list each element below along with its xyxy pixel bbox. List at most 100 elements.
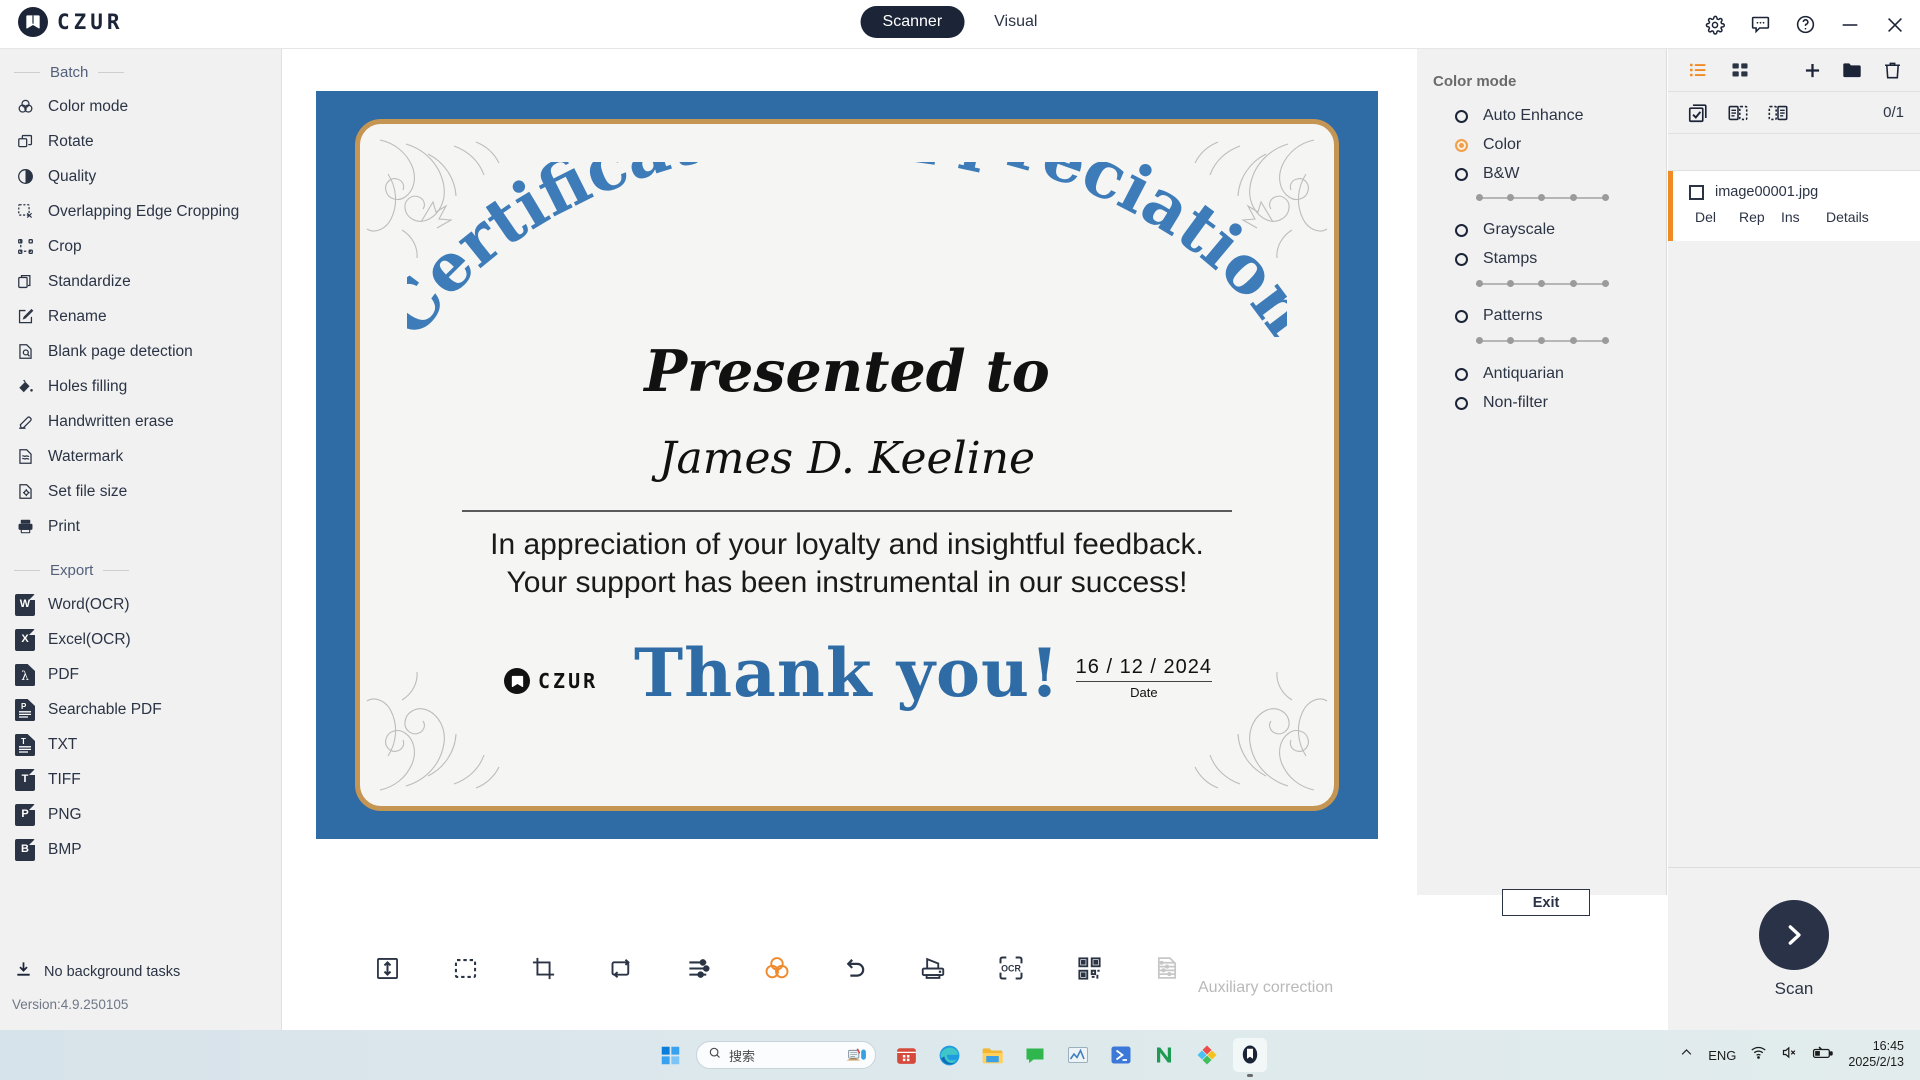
sidebar-item-label: Print xyxy=(48,517,80,535)
sidebar-item-handwritten-erase[interactable]: Handwritten erase xyxy=(0,404,281,439)
czur-icon[interactable] xyxy=(1233,1038,1267,1077)
bw-slider[interactable] xyxy=(1476,192,1609,204)
sidebar-item-rename[interactable]: Rename xyxy=(0,299,281,334)
sidebar-item-word-ocr[interactable]: W Word(OCR) xyxy=(0,587,281,622)
color-mode-option-bw[interactable]: B&W xyxy=(1455,165,1519,183)
divider-line xyxy=(103,569,130,571)
patterns-slider[interactable] xyxy=(1476,335,1609,347)
select-even-icon[interactable] xyxy=(1760,98,1796,128)
file-badge: P xyxy=(21,808,29,820)
sidebar-item-color-mode[interactable]: Color mode xyxy=(0,89,281,124)
tab-scanner[interactable]: Scanner xyxy=(860,6,965,38)
divider-line xyxy=(14,71,40,73)
microsoft-store-icon[interactable] xyxy=(889,1038,923,1072)
minimize-icon[interactable] xyxy=(1839,14,1861,36)
widgets-icon[interactable] xyxy=(844,1045,869,1065)
mute-icon[interactable] xyxy=(1781,1044,1798,1066)
sidebar-item-crop[interactable]: Crop xyxy=(0,229,281,264)
photos-icon[interactable] xyxy=(1190,1038,1224,1072)
select-all-icon[interactable] xyxy=(1680,98,1716,128)
system-tray: ENG 16:45 2025/2/13 xyxy=(1679,1030,1904,1080)
select-odd-icon[interactable] xyxy=(1720,98,1756,128)
adjust-icon[interactable] xyxy=(660,938,738,998)
file-action-rep[interactable]: Rep xyxy=(1739,209,1781,225)
file-action-del[interactable]: Del xyxy=(1695,209,1739,225)
sidebar-item-txt[interactable]: T TXT xyxy=(0,727,281,762)
sidebar-item-set-file-size[interactable]: Set file size xyxy=(0,474,281,509)
color-mode-option-grayscale[interactable]: Grayscale xyxy=(1455,221,1555,239)
clock[interactable]: 16:45 2025/2/13 xyxy=(1848,1039,1904,1070)
sidebar-item-label: PDF xyxy=(48,665,79,683)
excel-file-icon: X xyxy=(14,628,36,651)
sidebar-item-quality[interactable]: Quality xyxy=(0,159,281,194)
chevron-up-icon[interactable] xyxy=(1679,1045,1694,1065)
color-mode-option-non-filter[interactable]: Non-filter xyxy=(1455,394,1548,412)
sidebar-item-holes-filling[interactable]: Holes filling xyxy=(0,369,281,404)
sidebar-item-rotate[interactable]: Rotate xyxy=(0,124,281,159)
file-checkbox[interactable] xyxy=(1689,184,1704,200)
list-item[interactable]: image00001.jpg Del Rep Ins Details xyxy=(1668,171,1920,241)
battery-icon[interactable] xyxy=(1812,1045,1834,1066)
color-mode-icon[interactable] xyxy=(738,938,816,998)
sidebar-item-png[interactable]: P PNG xyxy=(0,797,281,832)
list-view-icon[interactable] xyxy=(1680,55,1716,85)
sidebar-item-print[interactable]: Print xyxy=(0,509,281,544)
sidebar-item-pdf[interactable]: λ PDF xyxy=(0,657,281,692)
feedback-icon[interactable] xyxy=(1749,14,1771,36)
certificate-preview[interactable]: Certificate of Appreciation Presented to… xyxy=(316,91,1378,839)
color-mode-option-stamps[interactable]: Stamps xyxy=(1455,250,1537,268)
ocr-icon[interactable]: OCR xyxy=(972,938,1050,998)
color-mode-option-auto-enhance[interactable]: Auto Enhance xyxy=(1455,107,1584,125)
scan-button[interactable] xyxy=(1759,899,1829,970)
file-action-details[interactable]: Details xyxy=(1826,209,1869,225)
notion-icon[interactable] xyxy=(1147,1038,1181,1072)
color-mode-option-color[interactable]: Color xyxy=(1455,136,1521,154)
sidebar-item-label: Rotate xyxy=(48,132,94,150)
chat-icon[interactable] xyxy=(1018,1038,1052,1072)
search-box[interactable]: 搜索 xyxy=(696,1041,876,1069)
print-icon[interactable] xyxy=(894,938,972,998)
powershell-icon[interactable] xyxy=(1104,1038,1138,1072)
add-icon[interactable] xyxy=(1794,55,1830,85)
folder-icon[interactable] xyxy=(1834,55,1870,85)
sidebar-item-label: BMP xyxy=(48,840,82,858)
windows-taskbar: 搜索 ENG 16:45 2025/2/13 xyxy=(0,1030,1920,1080)
certificate-date-label: Date xyxy=(1130,685,1158,700)
edge-icon[interactable] xyxy=(932,1038,966,1072)
certificate-title: Certificate of Appreciation xyxy=(407,162,1287,337)
grid-view-icon[interactable] xyxy=(1722,55,1758,85)
file-panel: 0/1 image00001.jpg Del Rep Ins Details S… xyxy=(1668,49,1920,1030)
sidebar-item-excel-ocr[interactable]: X Excel(OCR) xyxy=(0,622,281,657)
rotate-icon[interactable] xyxy=(582,938,660,998)
file-action-ins[interactable]: Ins xyxy=(1781,209,1826,225)
file-explorer-icon[interactable] xyxy=(975,1038,1009,1072)
tab-visual[interactable]: Visual xyxy=(972,6,1059,38)
help-icon[interactable] xyxy=(1794,14,1816,36)
stamps-slider[interactable] xyxy=(1476,278,1609,290)
settings-icon[interactable] xyxy=(1704,14,1726,36)
sidebar-item-label: Handwritten erase xyxy=(48,412,174,430)
sidebar-item-blank-page-detection[interactable]: Blank page detection xyxy=(0,334,281,369)
undo-icon[interactable] xyxy=(816,938,894,998)
wifi-icon[interactable] xyxy=(1750,1044,1767,1066)
sidebar-item-overlapping-edge-cropping[interactable]: Overlapping Edge Cropping xyxy=(0,194,281,229)
qrcode-icon[interactable] xyxy=(1050,938,1128,998)
sidebar-item-tiff[interactable]: T TIFF xyxy=(0,762,281,797)
sidebar-item-watermark[interactable]: Watermark xyxy=(0,439,281,474)
select-area-icon[interactable] xyxy=(426,938,504,998)
sidebar-item-searchable-pdf[interactable]: P Searchable PDF xyxy=(0,692,281,727)
exit-button[interactable]: Exit xyxy=(1502,889,1590,916)
charts-icon[interactable] xyxy=(1061,1038,1095,1072)
sidebar-item-bmp[interactable]: B BMP xyxy=(0,832,281,867)
background-tasks-status[interactable]: No background tasks xyxy=(14,960,180,984)
language-indicator[interactable]: ENG xyxy=(1708,1048,1736,1063)
sidebar-item-standardize[interactable]: Standardize xyxy=(0,264,281,299)
fit-height-icon[interactable] xyxy=(348,938,426,998)
close-icon[interactable] xyxy=(1884,14,1906,36)
color-mode-option-patterns[interactable]: Patterns xyxy=(1455,307,1543,325)
color-mode-option-antiquarian[interactable]: Antiquarian xyxy=(1455,365,1564,383)
svg-text:T: T xyxy=(21,737,26,746)
start-icon[interactable] xyxy=(653,1038,687,1072)
delete-icon[interactable] xyxy=(1874,55,1910,85)
crop-icon[interactable] xyxy=(504,938,582,998)
